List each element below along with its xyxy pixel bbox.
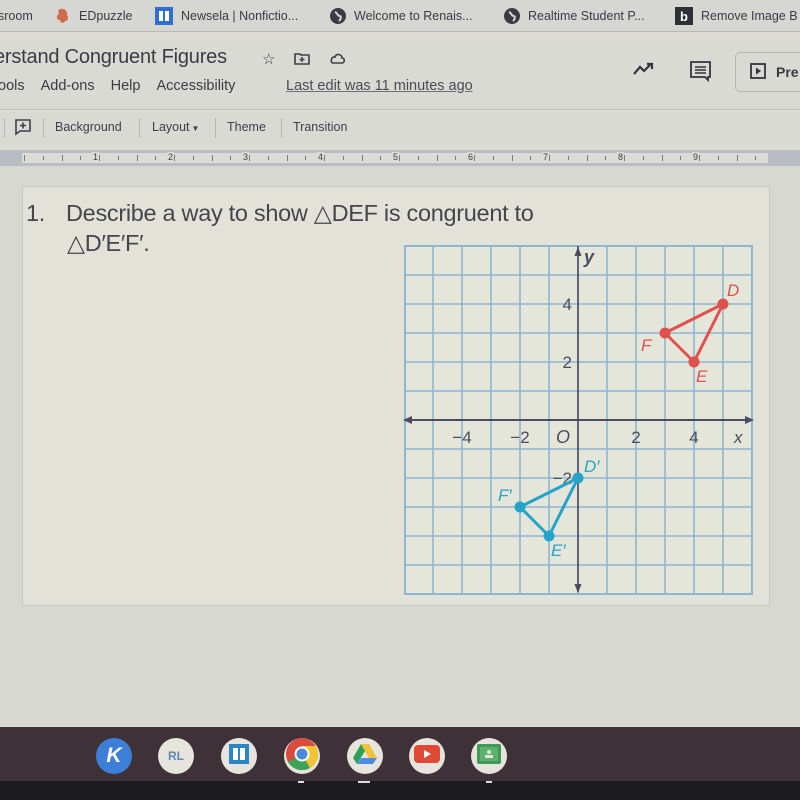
vertex-label: E bbox=[696, 367, 708, 386]
y-tick-label: 2 bbox=[563, 353, 572, 372]
youtube-app[interactable] bbox=[409, 738, 445, 774]
kami-app-label: K bbox=[106, 744, 122, 767]
bottom-bezel bbox=[0, 781, 800, 800]
vertex-point bbox=[572, 472, 584, 484]
classroom-app[interactable] bbox=[471, 738, 507, 774]
x-tick-label: 4 bbox=[689, 428, 698, 447]
coordinate-graph[interactable]: xyO−4 −2 2 442−2DEFD′E′F′ bbox=[0, 0, 800, 800]
vertex-point bbox=[688, 356, 700, 368]
youtube-icon bbox=[414, 744, 440, 768]
google-classroom-icon bbox=[477, 743, 501, 769]
vertex-label: D bbox=[727, 281, 739, 300]
newsela-app[interactable] bbox=[221, 738, 257, 774]
readlive-app-label: RL bbox=[168, 749, 184, 763]
newsela-app-icon bbox=[228, 743, 250, 770]
drive-active-indicator bbox=[358, 781, 370, 783]
x-tick-label: −2 bbox=[510, 428, 529, 447]
vertex-label: E′ bbox=[551, 541, 566, 560]
vertex-point bbox=[514, 501, 526, 513]
origin-label: O bbox=[556, 427, 570, 447]
y-axis-label: y bbox=[583, 247, 595, 267]
chrome-running-indicator bbox=[298, 781, 304, 783]
vertex-point bbox=[717, 298, 729, 310]
x-tick-label: 2 bbox=[631, 428, 640, 447]
x-axis-label: x bbox=[733, 428, 743, 447]
vertex-label: F bbox=[641, 336, 653, 355]
vertex-point bbox=[543, 530, 555, 542]
vertex-label: F′ bbox=[498, 486, 512, 505]
kami-app[interactable]: K bbox=[96, 738, 132, 774]
x-tick-label: −4 bbox=[452, 428, 471, 447]
readlive-app[interactable]: RL bbox=[158, 738, 194, 774]
drive-app[interactable] bbox=[347, 738, 383, 774]
drive-icon bbox=[352, 743, 378, 770]
y-tick-label: 4 bbox=[563, 295, 572, 314]
vertex-label: D′ bbox=[584, 457, 600, 476]
chrome-icon bbox=[285, 737, 319, 776]
classroom-running-indicator bbox=[486, 781, 492, 783]
chrome-app[interactable] bbox=[284, 737, 320, 776]
vertex-point bbox=[659, 327, 671, 339]
